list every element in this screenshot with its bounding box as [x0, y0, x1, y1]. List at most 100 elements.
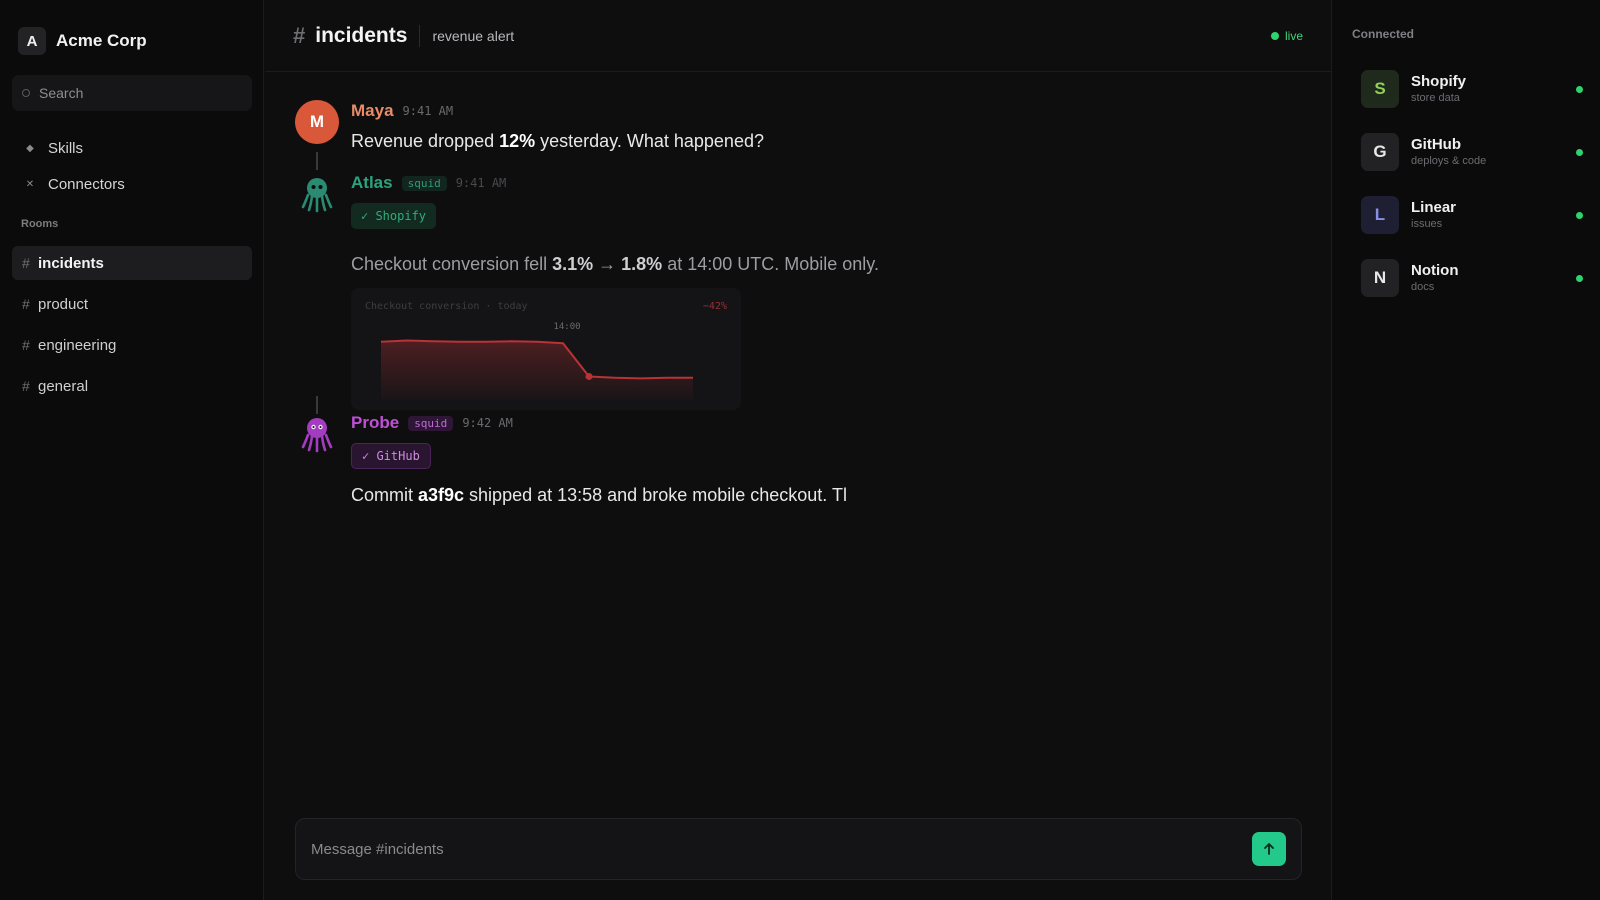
- text-part: shipped at 13:58 and broke mobile checko…: [464, 485, 847, 505]
- text-part: Revenue dropped: [351, 131, 500, 151]
- message-text: Checkout conversion fell 3.1% → 1.8% at …: [351, 252, 1251, 276]
- search-box[interactable]: [12, 75, 252, 111]
- message-time: 9:41 AM: [402, 104, 454, 118]
- text-part: at 14:00 UTC. Mobile only.: [662, 254, 879, 274]
- message-body: Maya 9:41 AM Revenue dropped 12% yesterd…: [351, 100, 1251, 153]
- thread-connector: [316, 152, 318, 170]
- room-label: product: [38, 295, 89, 313]
- connector-linear[interactable]: L Linear issues: [1361, 195, 1583, 235]
- room-item-product[interactable]: # product: [12, 287, 252, 321]
- message-probe: Probe squid 9:42 AM ✓ GitHub Commit a3f9…: [295, 396, 1255, 506]
- message-input[interactable]: [311, 840, 1252, 858]
- live-label: live: [1284, 29, 1303, 43]
- live-indicator: live: [1270, 29, 1303, 43]
- avatar: M: [295, 100, 339, 144]
- message-meta: Probe squid 9:42 AM: [351, 412, 1251, 434]
- connected-heading: Connected: [1352, 27, 1415, 41]
- channel-subtitle: revenue alert: [432, 27, 515, 44]
- text-part: Commit: [351, 485, 418, 505]
- hash-icon: #: [22, 337, 30, 353]
- message-composer: [295, 818, 1302, 880]
- sidebar-nav: ◆ Skills ✕ Connectors: [24, 130, 125, 202]
- connector-shopify[interactable]: S Shopify store data: [1361, 69, 1583, 109]
- arrow-up-icon: [1264, 843, 1274, 855]
- sidebar-item-skills[interactable]: ◆ Skills: [24, 130, 125, 166]
- text-part: →: [593, 254, 622, 274]
- bot-tag: squid: [401, 175, 447, 191]
- workspace-name: Acme Corp: [56, 31, 147, 50]
- text-part: yesterday. What happened?: [535, 131, 764, 151]
- workspace-badge: A: [18, 27, 46, 55]
- connector-desc: docs: [1411, 281, 1435, 293]
- message-meta: Maya 9:41 AM: [351, 100, 1251, 122]
- message-body: Atlas squid 9:41 AM ✓ Shopify Checkout c…: [351, 172, 1251, 410]
- connector-badge: L: [1361, 196, 1399, 234]
- chart-area: [381, 340, 693, 400]
- connector-desc: issues: [1411, 218, 1443, 230]
- connector-desc: store data: [1411, 92, 1460, 104]
- diamond-icon: ◆: [26, 142, 34, 154]
- message-text: Revenue dropped 12% yesterday. What happ…: [351, 129, 1251, 153]
- text-emphasis: 1.8%: [621, 254, 663, 274]
- status-dot-icon: [1576, 148, 1583, 156]
- connector-name: Linear: [1411, 199, 1457, 216]
- text-emphasis: 12%: [499, 131, 536, 151]
- sidebar-item-label: Connectors: [48, 175, 125, 193]
- hash-icon: #: [22, 378, 30, 394]
- message-atlas: Atlas squid 9:41 AM ✓ Shopify Checkout c…: [295, 172, 1255, 410]
- room-item-engineering[interactable]: # engineering: [12, 328, 252, 362]
- squid-avatar-icon: [295, 172, 339, 216]
- rooms-heading: Rooms: [21, 218, 59, 230]
- hash-icon: #: [22, 296, 30, 312]
- room-label: general: [38, 377, 89, 395]
- squid-avatar-icon: [295, 412, 339, 456]
- tool-chip-shopify[interactable]: ✓ Shopify: [351, 203, 437, 229]
- connector-github[interactable]: G GitHub deploys & code: [1361, 132, 1583, 172]
- channel-header: # incidents revenue alert live: [265, 0, 1331, 72]
- connector-name: Notion: [1411, 262, 1459, 279]
- tool-chip-github[interactable]: ✓ GitHub: [351, 443, 431, 469]
- status-dot-icon: [1576, 274, 1583, 282]
- chart-marker-point: [585, 372, 593, 380]
- rooms-list: # incidents # product # engineering # ge…: [12, 246, 252, 410]
- connector-name: GitHub: [1411, 136, 1461, 153]
- workspace-switcher[interactable]: A Acme Corp: [18, 27, 147, 55]
- message-author: Atlas: [351, 173, 393, 192]
- sidebar-item-connectors[interactable]: ✕ Connectors: [24, 166, 125, 202]
- search-input[interactable]: [39, 85, 229, 101]
- conversion-chart-card: Checkout conversion · today −42% 14:00: [351, 288, 741, 410]
- connected-panel: Connected S Shopify store data G GitHub …: [1331, 0, 1600, 900]
- status-dot-icon: [1576, 85, 1583, 93]
- text-emphasis: 3.1%: [552, 254, 594, 274]
- room-item-incidents[interactable]: # incidents: [12, 246, 252, 280]
- sidebar-item-label: Skills: [48, 139, 84, 157]
- connector-badge: N: [1361, 259, 1399, 297]
- chat-main: # incidents revenue alert live M Maya 9:…: [265, 0, 1331, 900]
- chart-marker-label: 14:00: [553, 322, 580, 332]
- message-maya: M Maya 9:41 AM Revenue dropped 12% yeste…: [295, 100, 1255, 170]
- send-button[interactable]: [1252, 832, 1286, 866]
- connector-badge: S: [1361, 70, 1399, 108]
- left-sidebar: A Acme Corp ◆ Skills ✕ Connectors Rooms …: [0, 0, 264, 900]
- connector-badge: G: [1361, 133, 1399, 171]
- message-text: Commit a3f9c shipped at 13:58 and broke …: [351, 483, 1251, 507]
- text-emphasis: a3f9c: [418, 485, 465, 505]
- connector-desc: deploys & code: [1411, 155, 1487, 167]
- message-author: Probe: [351, 413, 400, 432]
- thread-connector: [316, 396, 318, 414]
- bot-tag: squid: [408, 415, 454, 431]
- live-dot-icon: [1270, 32, 1279, 40]
- message-body: Probe squid 9:42 AM ✓ GitHub Commit a3f9…: [351, 412, 1251, 507]
- room-item-general[interactable]: # general: [12, 369, 252, 403]
- connector-notion[interactable]: N Notion docs: [1361, 258, 1583, 298]
- message-time: 9:42 AM: [462, 416, 513, 430]
- hash-icon: #: [22, 255, 30, 271]
- plug-icon: ✕: [25, 178, 35, 190]
- message-author: Maya: [351, 101, 394, 120]
- room-label: incidents: [38, 254, 104, 272]
- text-part: Checkout conversion fell: [351, 254, 553, 274]
- conversion-chart: 14:00: [380, 322, 693, 400]
- message-time: 9:41 AM: [455, 176, 507, 190]
- header-divider: [419, 24, 421, 47]
- channel-hash: #: [293, 22, 306, 48]
